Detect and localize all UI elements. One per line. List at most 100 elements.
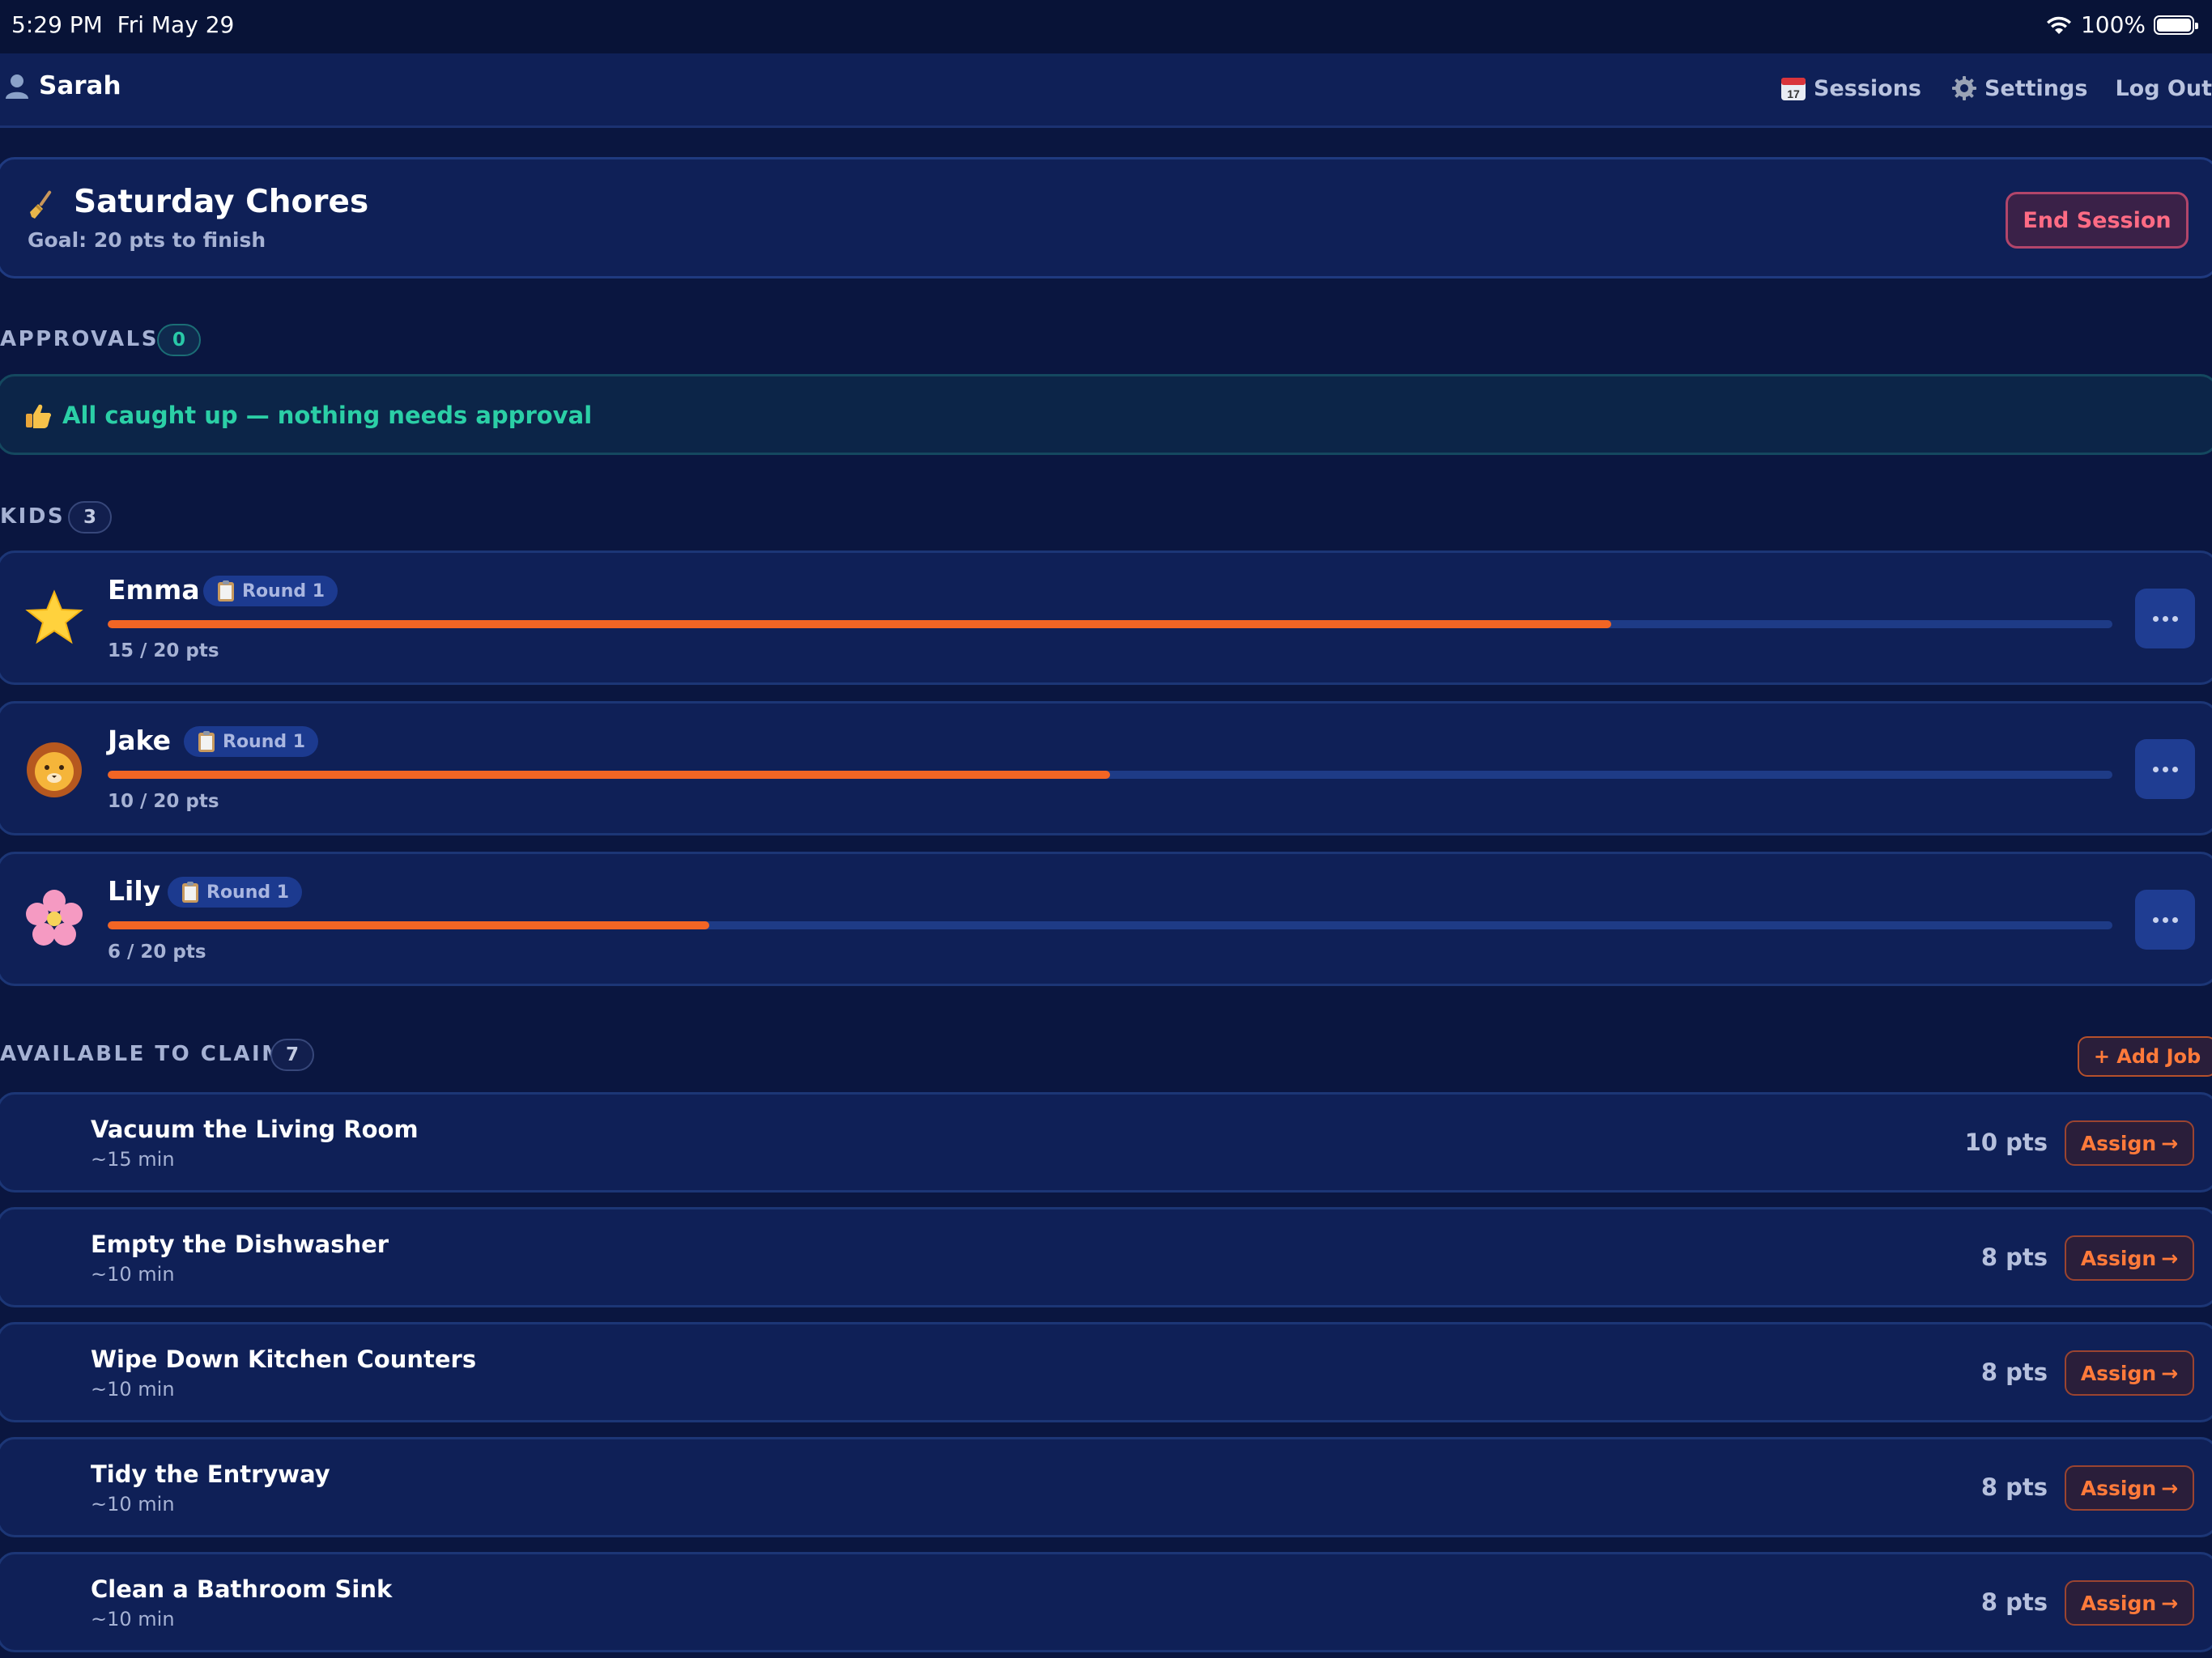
assign-button[interactable]: Assign → xyxy=(2065,1235,2194,1281)
job-row[interactable]: Empty the Dishwasher ~10 min 8 pts Assig… xyxy=(0,1207,2212,1307)
kid-points: 6 / 20 pts xyxy=(108,942,206,963)
broom-icon xyxy=(30,190,52,219)
kid-card-jake[interactable]: Jake Round 1 10 / 20 pts xyxy=(0,701,2212,835)
job-title: Wipe Down Kitchen Counters xyxy=(91,1346,477,1373)
assign-button[interactable]: Assign → xyxy=(2065,1580,2194,1626)
wifi-icon xyxy=(2046,16,2071,34)
status-time: 5:29 PM Fri May 29 xyxy=(11,11,234,38)
arrow-right-icon: → xyxy=(2161,1246,2179,1270)
job-time: ~10 min xyxy=(91,1608,175,1630)
job-points: 8 pts xyxy=(1980,1244,2048,1271)
clock-date: Fri May 29 xyxy=(117,11,235,38)
arrow-right-icon: → xyxy=(2161,1476,2179,1500)
status-indicators: 100% xyxy=(2045,11,2198,38)
job-title: Empty the Dishwasher xyxy=(91,1231,389,1258)
job-row[interactable]: Clean a Bathroom Sink ~10 min 8 pts Assi… xyxy=(0,1552,2212,1652)
kid-progress-track xyxy=(108,771,2112,779)
assign-label: Assign xyxy=(2080,1361,2157,1385)
kid-name: Jake xyxy=(108,725,171,756)
jobs-count-badge: 7 xyxy=(270,1039,314,1071)
arrow-right-icon: → xyxy=(2161,1131,2179,1155)
job-time: ~10 min xyxy=(91,1493,175,1516)
kid-card-emma[interactable]: Emma Round 1 15 / 20 pts xyxy=(0,551,2212,685)
kid-progress-track xyxy=(108,921,2112,929)
approvals-section-label: APPROVALS xyxy=(0,327,159,351)
job-time: ~10 min xyxy=(91,1378,175,1401)
job-row[interactable]: Wipe Down Kitchen Counters ~10 min 8 pts… xyxy=(0,1322,2212,1422)
flower-icon xyxy=(26,890,83,946)
more-options-button[interactable] xyxy=(2135,589,2195,648)
jobs-section-label: AVAILABLE TO CLAIM xyxy=(0,1042,285,1066)
session-goal: Goal: 20 pts to finish xyxy=(28,228,266,252)
battery-icon xyxy=(2154,15,2198,35)
nav-bar: Sarah 17 Sessions Settings Log Out xyxy=(0,53,2212,128)
assign-label: Assign xyxy=(2080,1591,2157,1615)
user-name: Sarah xyxy=(39,71,121,100)
kid-progress-track xyxy=(108,620,2112,628)
settings-label: Settings xyxy=(1984,75,2088,101)
nav-links: 17 Sessions Settings Log Out xyxy=(1780,74,2212,102)
kid-points: 15 / 20 pts xyxy=(108,640,219,661)
assign-button[interactable]: Assign → xyxy=(2065,1350,2194,1396)
kid-name: Lily xyxy=(108,875,161,907)
settings-link[interactable]: Settings xyxy=(1950,74,2087,102)
job-title: Tidy the Entryway xyxy=(91,1460,330,1488)
sessions-label: Sessions xyxy=(1813,75,1921,101)
person-icon xyxy=(6,74,28,99)
thumbs-up-icon xyxy=(26,404,52,428)
kid-progress-fill xyxy=(108,771,1110,779)
kid-name: Emma xyxy=(108,574,200,606)
session-card: Saturday Chores Goal: 20 pts to finish E… xyxy=(0,157,2212,278)
star-icon xyxy=(25,589,83,644)
round-badge: Round 1 xyxy=(184,726,319,757)
job-title: Clean a Bathroom Sink xyxy=(91,1575,393,1603)
job-row[interactable]: Tidy the Entryway ~10 min 8 pts Assign → xyxy=(0,1437,2212,1537)
assign-label: Assign xyxy=(2080,1246,2157,1270)
sessions-link[interactable]: 17 Sessions xyxy=(1780,74,1921,102)
assign-button[interactable]: Assign → xyxy=(2065,1465,2194,1511)
user-profile[interactable]: Sarah xyxy=(3,71,121,100)
more-options-button[interactable] xyxy=(2135,890,2195,950)
round-label: Round 1 xyxy=(242,580,325,602)
approvals-empty-state: All caught up — nothing needs approval xyxy=(0,374,2212,455)
assign-button[interactable]: Assign → xyxy=(2065,1120,2194,1166)
assign-label: Assign xyxy=(2080,1476,2157,1500)
clipboard-icon xyxy=(218,580,234,602)
more-options-button[interactable] xyxy=(2135,739,2195,799)
job-points: 8 pts xyxy=(1980,1358,2048,1386)
lion-icon xyxy=(27,742,82,797)
kid-progress-fill xyxy=(108,921,709,929)
kids-count-badge: 3 xyxy=(68,501,112,534)
kid-card-lily[interactable]: Lily Round 1 6 / 20 pts xyxy=(0,852,2212,986)
status-bar: 5:29 PM Fri May 29 100% xyxy=(0,0,2212,53)
clipboard-icon xyxy=(182,882,198,903)
job-time: ~10 min xyxy=(91,1263,175,1286)
kid-points: 10 / 20 pts xyxy=(108,791,219,812)
job-points: 8 pts xyxy=(1980,1588,2048,1616)
job-row[interactable]: Vacuum the Living Room ~15 min 10 pts As… xyxy=(0,1092,2212,1192)
add-job-button[interactable]: + Add Job xyxy=(2078,1036,2212,1077)
round-label: Round 1 xyxy=(206,882,290,903)
round-badge: Round 1 xyxy=(203,576,338,606)
job-points: 10 pts xyxy=(1964,1129,2048,1156)
round-badge: Round 1 xyxy=(168,877,303,908)
session-title: Saturday Chores xyxy=(74,184,369,220)
clock-time: 5:29 PM xyxy=(11,11,103,38)
calendar-icon: 17 xyxy=(1780,78,1806,100)
battery-percent: 100% xyxy=(2080,11,2146,38)
approvals-message-text: All caught up — nothing needs approval xyxy=(62,402,593,429)
job-time: ~15 min xyxy=(91,1148,175,1171)
job-points: 8 pts xyxy=(1980,1473,2048,1501)
round-label: Round 1 xyxy=(223,731,306,752)
arrow-right-icon: → xyxy=(2161,1591,2179,1615)
gear-icon xyxy=(1951,76,1976,100)
end-session-button[interactable]: End Session xyxy=(2006,192,2189,249)
approvals-message: All caught up — nothing needs approval xyxy=(23,401,592,430)
job-title: Vacuum the Living Room xyxy=(91,1116,419,1143)
logout-link[interactable]: Log Out xyxy=(2115,76,2212,101)
arrow-right-icon: → xyxy=(2161,1361,2179,1385)
kid-progress-fill xyxy=(108,620,1611,628)
clipboard-icon xyxy=(198,731,215,752)
svg-text:17: 17 xyxy=(1787,87,1800,100)
kids-section-label: KIDS xyxy=(0,504,66,529)
